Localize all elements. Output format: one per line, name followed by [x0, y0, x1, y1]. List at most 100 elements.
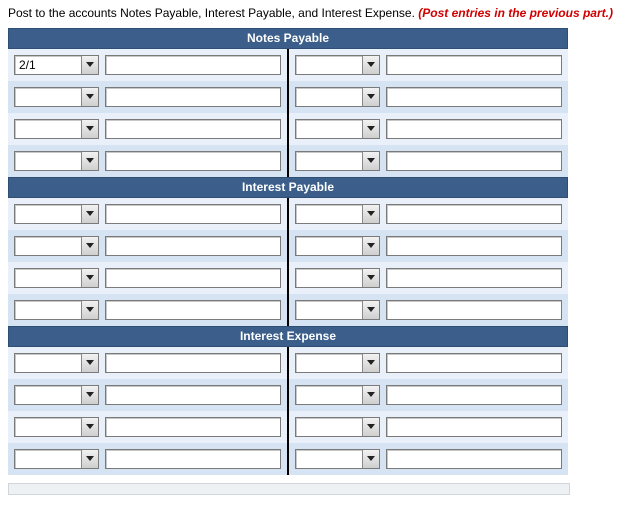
debit-date-value [15, 88, 81, 106]
section-header: Interest Payable [8, 177, 568, 198]
debit-side [8, 145, 288, 177]
chevron-down-icon[interactable] [362, 269, 379, 287]
chevron-down-icon[interactable] [81, 418, 98, 436]
debit-date-value [15, 269, 81, 287]
debit-amount-input[interactable] [105, 204, 281, 224]
chevron-down-icon[interactable] [81, 386, 98, 404]
credit-amount-input[interactable] [386, 236, 562, 256]
credit-amount-input[interactable] [386, 300, 562, 320]
chevron-down-icon[interactable] [362, 450, 379, 468]
debit-date-select[interactable] [14, 268, 99, 288]
chevron-down-icon[interactable] [81, 88, 98, 106]
chevron-down-icon[interactable] [362, 237, 379, 255]
credit-date-value [296, 386, 362, 404]
chevron-down-icon[interactable] [362, 301, 379, 319]
chevron-down-icon[interactable] [81, 354, 98, 372]
debit-date-value [15, 301, 81, 319]
debit-date-select[interactable] [14, 236, 99, 256]
instruction-main: Post to the accounts Notes Payable, Inte… [8, 6, 418, 20]
debit-side [8, 262, 288, 294]
chevron-down-icon[interactable] [81, 205, 98, 223]
debit-amount-input[interactable] [105, 87, 281, 107]
debit-amount-input[interactable] [105, 151, 281, 171]
credit-amount-input[interactable] [386, 385, 562, 405]
credit-amount-input[interactable] [386, 151, 562, 171]
debit-side: 2/1 [8, 49, 288, 81]
debit-amount-input[interactable] [105, 55, 281, 75]
debit-date-select[interactable] [14, 87, 99, 107]
credit-date-select[interactable] [295, 353, 380, 373]
debit-side [8, 81, 288, 113]
chevron-down-icon[interactable] [81, 237, 98, 255]
chevron-down-icon[interactable] [81, 450, 98, 468]
debit-date-select[interactable] [14, 353, 99, 373]
debit-date-select[interactable] [14, 151, 99, 171]
debit-date-select[interactable] [14, 119, 99, 139]
credit-date-value [296, 450, 362, 468]
chevron-down-icon[interactable] [81, 152, 98, 170]
credit-amount-input[interactable] [386, 204, 562, 224]
debit-side [8, 379, 288, 411]
debit-amount-input[interactable] [105, 385, 281, 405]
debit-date-select[interactable]: 2/1 [14, 55, 99, 75]
table-row [8, 411, 568, 443]
chevron-down-icon[interactable] [81, 269, 98, 287]
t-account: 2/1 [8, 49, 568, 177]
debit-date-value [15, 354, 81, 372]
credit-amount-input[interactable] [386, 449, 562, 469]
table-row: 2/1 [8, 49, 568, 81]
chevron-down-icon[interactable] [362, 205, 379, 223]
credit-date-select[interactable] [295, 87, 380, 107]
debit-amount-input[interactable] [105, 119, 281, 139]
chevron-down-icon[interactable] [362, 56, 379, 74]
debit-amount-input[interactable] [105, 353, 281, 373]
chevron-down-icon[interactable] [81, 120, 98, 138]
chevron-down-icon[interactable] [362, 152, 379, 170]
credit-date-select[interactable] [295, 417, 380, 437]
credit-date-select[interactable] [295, 204, 380, 224]
credit-amount-input[interactable] [386, 353, 562, 373]
credit-date-select[interactable] [295, 268, 380, 288]
table-row [8, 198, 568, 230]
chevron-down-icon[interactable] [362, 88, 379, 106]
chevron-down-icon[interactable] [81, 301, 98, 319]
debit-amount-input[interactable] [105, 268, 281, 288]
debit-date-select[interactable] [14, 449, 99, 469]
debit-date-select[interactable] [14, 204, 99, 224]
debit-date-value: 2/1 [15, 56, 81, 74]
credit-side [288, 49, 568, 81]
credit-date-value [296, 418, 362, 436]
credit-date-select[interactable] [295, 55, 380, 75]
credit-amount-input[interactable] [386, 417, 562, 437]
debit-amount-input[interactable] [105, 300, 281, 320]
credit-date-select[interactable] [295, 236, 380, 256]
debit-amount-input[interactable] [105, 449, 281, 469]
credit-date-select[interactable] [295, 151, 380, 171]
debit-date-select[interactable] [14, 300, 99, 320]
debit-date-value [15, 152, 81, 170]
chevron-down-icon[interactable] [362, 386, 379, 404]
credit-amount-input[interactable] [386, 119, 562, 139]
chevron-down-icon[interactable] [362, 354, 379, 372]
credit-date-select[interactable] [295, 119, 380, 139]
credit-side [288, 81, 568, 113]
credit-amount-input[interactable] [386, 268, 562, 288]
credit-date-value [296, 56, 362, 74]
credit-amount-input[interactable] [386, 55, 562, 75]
t-account [8, 347, 568, 475]
chevron-down-icon[interactable] [362, 418, 379, 436]
debit-amount-input[interactable] [105, 417, 281, 437]
credit-date-value [296, 120, 362, 138]
debit-date-select[interactable] [14, 385, 99, 405]
chevron-down-icon[interactable] [362, 120, 379, 138]
debit-date-select[interactable] [14, 417, 99, 437]
credit-date-select[interactable] [295, 300, 380, 320]
credit-date-select[interactable] [295, 449, 380, 469]
chevron-down-icon[interactable] [81, 56, 98, 74]
debit-amount-input[interactable] [105, 236, 281, 256]
credit-amount-input[interactable] [386, 87, 562, 107]
credit-side [288, 230, 568, 262]
credit-date-value [296, 152, 362, 170]
debit-side [8, 443, 288, 475]
credit-date-select[interactable] [295, 385, 380, 405]
